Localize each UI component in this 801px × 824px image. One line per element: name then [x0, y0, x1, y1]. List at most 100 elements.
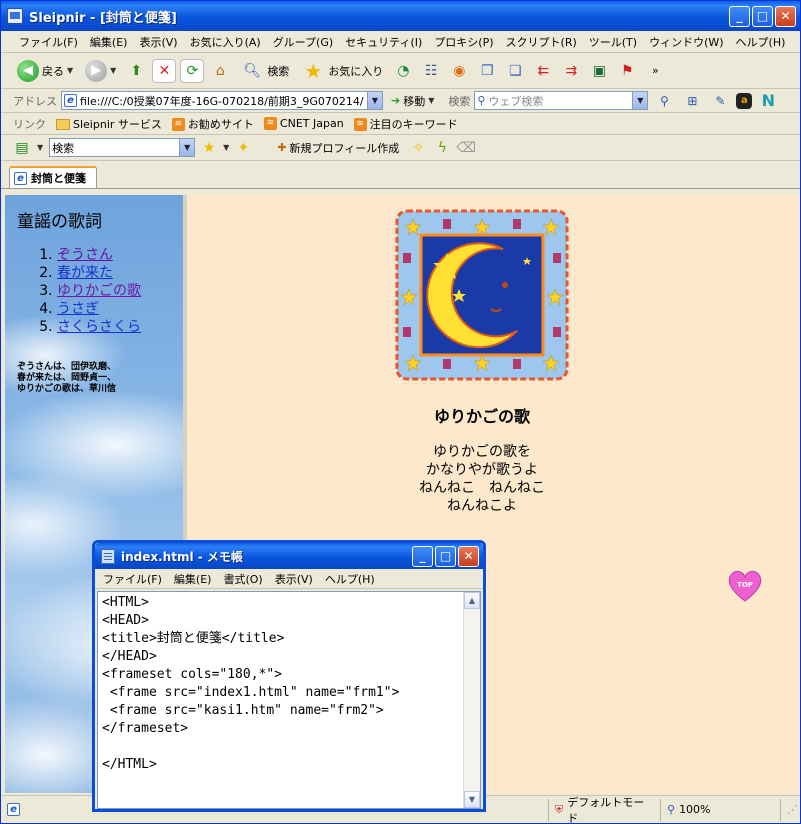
menu-favorites[interactable]: お気に入り(A) — [184, 34, 267, 50]
amazon-icon[interactable]: a — [736, 92, 753, 109]
web-search-input[interactable]: ⚲ ウェブ検索 ▼ — [474, 91, 649, 110]
menu-proxy[interactable]: プロキシ(P) — [428, 34, 499, 50]
notepad-menu-file[interactable]: ファイル(F) — [97, 571, 168, 587]
close-button[interactable]: ✕ — [775, 5, 796, 27]
new-window-icon[interactable]: ▣ — [587, 59, 611, 83]
link-recommended-sites[interactable]: ≋ お勧めサイト — [171, 116, 254, 132]
search-combo-dropdown-icon[interactable]: ▼ — [179, 139, 195, 156]
notepad-text[interactable]: <HTML> <HEAD> <title>封筒と便箋</title> </HEAD> <… — [98, 592, 463, 808]
menu-group[interactable]: グループ(G) — [267, 34, 339, 50]
tree-icon[interactable]: ☷ — [419, 59, 443, 83]
song-link[interactable]: ゆりかごの歌 — [57, 283, 141, 299]
status-mode-cell[interactable]: ⛨ デフォルトモード — [548, 796, 660, 824]
notepad-vertical-scrollbar[interactable]: ▲ ▼ — [463, 592, 480, 808]
links-label: リンク — [13, 117, 46, 131]
search-go-icon[interactable]: ⚲ — [652, 89, 676, 113]
code-line: </HEAD> — [102, 649, 157, 664]
new-profile-button[interactable]: ✚ 新規プロフィール作成 — [273, 140, 403, 156]
address-input[interactable]: e file:///C:/0授業07年度-16G-070218/前期3_9G07… — [61, 91, 383, 110]
page-icon: e — [7, 803, 20, 816]
list-item: さくらさくら — [57, 318, 183, 336]
menu-edit[interactable]: 編集(E) — [84, 34, 134, 50]
link-hot-keywords[interactable]: ≋ 注目のキーワード — [353, 116, 458, 132]
list-item: 春が来た — [57, 264, 183, 282]
back-dropdown-icon[interactable]: ▼ — [67, 66, 73, 75]
go-button[interactable]: ➔ 移動 ▼ — [387, 93, 438, 109]
close-right-icon[interactable]: ⇉ — [559, 59, 583, 83]
menu-window[interactable]: ウィンドウ(W) — [643, 34, 729, 50]
composer-line: ゆりかごの歌は、草川信 — [17, 384, 117, 394]
profile-dropdown-icon[interactable]: ▼ — [37, 143, 43, 152]
menu-help[interactable]: ヘルプ(H) — [730, 34, 792, 50]
stop-icon[interactable]: ✕ — [152, 58, 177, 83]
notepad-menu-bar: ファイル(F) 編集(E) 書式(O) 表示(V) ヘルプ(H) — [95, 569, 483, 589]
go-dropdown-icon[interactable]: ▼ — [428, 96, 434, 105]
go-arrow-icon: ➔ — [391, 94, 401, 107]
link-cnet-japan[interactable]: ≋ CNET Japan — [263, 117, 344, 131]
scroll-up-icon[interactable]: ▲ — [464, 592, 480, 609]
song-link[interactable]: うさぎ — [57, 301, 99, 317]
search-combo[interactable]: 検索 ▼ — [49, 138, 196, 157]
code-line: <frameset cols="180,*"> — [102, 667, 283, 682]
notepad-maximize-button[interactable]: □ — [435, 545, 456, 567]
marker-icon[interactable]: ✎ — [708, 89, 732, 113]
notepad-title: index.html - メモ帳 — [121, 549, 243, 564]
web-search-dropdown-icon[interactable]: ▼ — [632, 92, 648, 109]
back-button[interactable]: ◀ 戻る ▼ — [13, 59, 77, 82]
notepad-menu-view[interactable]: 表示(V) — [269, 571, 319, 587]
notepad-close-button[interactable]: ✕ — [458, 545, 479, 567]
notepad-menu-edit[interactable]: 編集(E) — [168, 571, 218, 587]
composer-line: 春が来たは、岡野貞一、 — [17, 373, 117, 383]
maximize-button[interactable]: □ — [752, 5, 773, 27]
top-heart-button[interactable]: TOP — [727, 569, 763, 603]
notepad-editor[interactable]: <HTML> <HEAD> <title>封筒と便箋</title> </HEAD> <… — [97, 591, 481, 809]
notepad-minimize-button[interactable]: _ — [412, 545, 433, 567]
address-url: file:///C:/0授業07年度-16G-070218/前期3_9G0702… — [80, 94, 364, 108]
search-button[interactable]: 🔍︎ 検索 — [236, 59, 293, 83]
n-icon[interactable]: N — [756, 89, 780, 113]
overflow-chevron-icon[interactable]: » — [643, 59, 667, 83]
favorites-label: お気に入り — [328, 64, 384, 78]
status-zoom: 100% — [679, 803, 711, 816]
menu-security[interactable]: セキュリティ(I) — [339, 34, 428, 50]
link-sleipnir-service[interactable]: Sleipnir サービス — [56, 116, 162, 132]
flag-icon[interactable]: ⚑ — [615, 59, 639, 83]
close-left-icon[interactable]: ⇇ — [531, 59, 555, 83]
rss-icon[interactable]: ◉ — [447, 59, 471, 83]
song-link[interactable]: ぞうさん — [57, 247, 113, 263]
highlight-icon[interactable]: ⊞ — [680, 89, 704, 113]
notepad-titlebar[interactable]: index.html - メモ帳 _ □ ✕ — [95, 543, 483, 569]
cascade-windows-icon[interactable]: ❏ — [503, 59, 527, 83]
forward-button[interactable]: ▶ ▼ — [81, 59, 120, 82]
menu-script[interactable]: スクリプト(R) — [500, 34, 583, 50]
stars-icon[interactable]: ✧ — [409, 136, 427, 160]
scroll-down-icon[interactable]: ▼ — [464, 791, 480, 808]
status-zoom-cell[interactable]: ⚲ 100% — [660, 798, 780, 821]
eraser-icon[interactable]: ⌫ — [456, 136, 476, 160]
lightning-icon[interactable]: ϟ — [433, 136, 451, 160]
tab-letters[interactable]: e 封筒と便箋 — [9, 166, 97, 188]
refresh-icon[interactable]: ⟳ — [180, 58, 205, 83]
address-dropdown-icon[interactable]: ▼ — [367, 92, 382, 109]
profile-icon[interactable]: ▤ — [13, 136, 31, 160]
star-settings-icon[interactable]: ✦ — [235, 136, 251, 160]
menu-file[interactable]: ファイル(F) — [13, 34, 84, 50]
tile-windows-icon[interactable]: ❐ — [475, 59, 499, 83]
star-dropdown-icon[interactable]: ▼ — [223, 143, 229, 152]
home-icon[interactable]: ⌂ — [208, 59, 232, 83]
notepad-menu-format[interactable]: 書式(O) — [217, 571, 268, 587]
resize-grip[interactable]: ⋰ — [780, 798, 800, 821]
menu-view[interactable]: 表示(V) — [133, 34, 183, 50]
up-folder-icon[interactable]: ⬆ — [124, 59, 148, 83]
forward-dropdown-icon[interactable]: ▼ — [110, 66, 116, 75]
song-link[interactable]: 春が来た — [57, 265, 113, 281]
page-icon: e — [14, 171, 27, 185]
menu-tools[interactable]: ツール(T) — [583, 34, 643, 50]
minimize-button[interactable]: _ — [729, 5, 750, 27]
star-add-icon[interactable]: ★ — [201, 136, 217, 160]
song-link[interactable]: さくらさくら — [57, 319, 141, 335]
notepad-menu-help[interactable]: ヘルプ(H) — [319, 571, 381, 587]
history-icon[interactable]: ◔ — [391, 59, 415, 83]
window-titlebar[interactable]: Sleipnir - [封筒と便箋] _ □ ✕ — [1, 1, 800, 31]
favorites-button[interactable]: ★ お気に入り — [297, 59, 387, 83]
